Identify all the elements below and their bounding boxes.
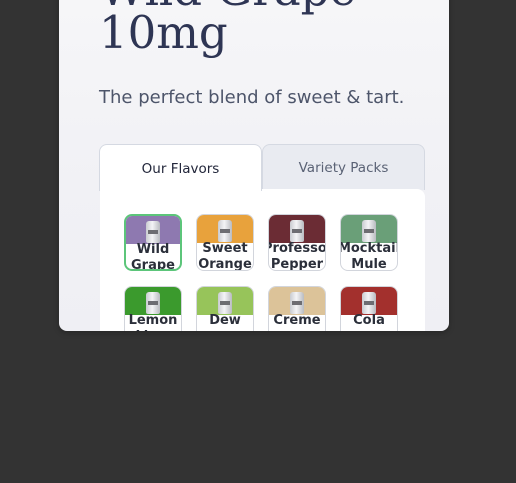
- can-icon: [290, 220, 304, 242]
- tab-our-flavors[interactable]: Our Flavors: [99, 144, 262, 191]
- tab-variety-packs[interactable]: Variety Packs: [262, 144, 425, 190]
- can-icon: [146, 221, 160, 243]
- flavor-label: Cola: [353, 313, 385, 328]
- flavor-swatch: [269, 287, 325, 315]
- flavor-label: Mocktail Mule: [340, 241, 398, 271]
- flavor-panel: Wild Grape Sweet Orange Professor Pepper…: [100, 189, 425, 331]
- flavor-label: Sweet Orange: [198, 241, 252, 271]
- flavor-swatch: [125, 287, 181, 315]
- can-icon: [218, 220, 232, 242]
- flavor-tile-mocktail-mule[interactable]: Mocktail Mule: [340, 214, 398, 271]
- flavor-tile-cola[interactable]: Cola: [340, 286, 398, 331]
- can-icon: [362, 292, 376, 314]
- can-icon: [362, 220, 376, 242]
- product-title: Wild Grape - 10mg: [99, 0, 386, 59]
- flavor-label: Dew: [209, 313, 241, 328]
- flavor-swatch: [126, 216, 180, 244]
- flavor-tile-professor-pepper[interactable]: Professor Pepper: [268, 214, 326, 271]
- flavor-swatch: [197, 287, 253, 315]
- flavor-swatch: [341, 287, 397, 315]
- product-subtitle: The perfect blend of sweet & tart.: [99, 87, 405, 108]
- flavor-label: Professor Pepper: [269, 241, 326, 271]
- flavor-tile-dew[interactable]: Dew: [196, 286, 254, 331]
- flavor-label: Lemon Lime: [128, 313, 178, 331]
- can-icon: [218, 292, 232, 314]
- flavor-tile-sweet-orange[interactable]: Sweet Orange: [196, 214, 254, 271]
- product-card: Wild Grape - 10mg The perfect blend of s…: [59, 0, 449, 331]
- flavor-swatch: [269, 215, 325, 243]
- can-icon: [146, 292, 160, 314]
- flavor-tile-wild-grape[interactable]: Wild Grape: [124, 214, 182, 271]
- flavor-tile-creme[interactable]: Creme: [268, 286, 326, 331]
- flavor-label: Wild Grape: [131, 242, 175, 271]
- flavor-swatch: [197, 215, 253, 243]
- flavor-tabs: Our Flavors Variety Packs: [99, 144, 425, 191]
- flavor-swatch: [341, 215, 397, 243]
- flavor-tile-lemon-lime[interactable]: Lemon Lime: [124, 286, 182, 331]
- can-icon: [290, 292, 304, 314]
- flavor-label: Creme: [273, 313, 321, 328]
